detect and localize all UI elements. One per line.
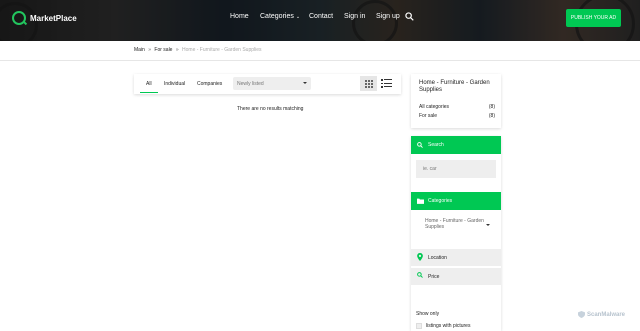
nav-home[interactable]: Home <box>230 13 249 20</box>
logo-text: MarketPlace <box>30 13 77 23</box>
active-tab-indicator <box>140 92 158 93</box>
tab-companies[interactable]: Companies <box>197 81 222 87</box>
location-label: Location <box>428 254 447 261</box>
map-pin-icon <box>417 253 423 261</box>
pictures-checkbox-row[interactable]: listings with pictures <box>416 323 470 329</box>
category-title: Home - Furniture - Garden Supplies <box>419 80 490 93</box>
sort-selected-value: Newly listed <box>237 81 264 87</box>
nav-contact[interactable]: Contact <box>309 13 333 20</box>
sidebar-search-input[interactable]: ie. car <box>416 160 496 178</box>
grid-dot <box>371 83 373 85</box>
caret-down-icon <box>303 82 307 84</box>
price-label: Price <box>428 273 440 280</box>
search-section-label: Search <box>428 142 444 148</box>
breadcrumb-separator: » <box>175 47 179 53</box>
list-view-button[interactable] <box>381 78 392 88</box>
breadcrumb-separator: » <box>148 47 152 53</box>
folder-icon <box>417 198 424 204</box>
grid-dot <box>368 80 370 82</box>
grid-dot <box>371 86 373 88</box>
count-row-for-sale[interactable]: For sale (8) <box>419 113 495 119</box>
search-icon <box>417 272 423 278</box>
breadcrumb-for-sale[interactable]: For sale <box>154 47 172 53</box>
categories-section-label: Categories <box>428 198 453 204</box>
show-only-label: Show only <box>416 311 440 317</box>
pictures-checkbox-label: listings with pictures <box>426 323 471 329</box>
tab-all[interactable]: All <box>146 81 152 87</box>
nav-categories-label: Categories <box>260 13 294 20</box>
pictures-checkbox[interactable] <box>416 323 422 329</box>
watermark: ScanMalware <box>578 311 625 318</box>
breadcrumb-main[interactable]: Main <box>134 47 145 53</box>
list-line <box>384 82 392 84</box>
publish-ad-button[interactable]: PUBLISH YOUR AD <box>566 9 621 27</box>
grid-dot <box>365 80 367 82</box>
banner-overlay <box>0 0 640 41</box>
count-value: (8) <box>488 104 495 110</box>
search-icon <box>417 142 423 148</box>
breadcrumb-current: Home - Furniture - Garden Supplies <box>182 47 262 53</box>
chevron-down-icon: ⌄ <box>295 14 301 20</box>
grid-dot <box>365 86 367 88</box>
list-bullet <box>381 86 383 88</box>
location-filter-toggle[interactable]: Location <box>411 249 501 266</box>
grid-dot <box>365 83 367 85</box>
caret-down-icon <box>486 224 490 226</box>
nav-sign-in[interactable]: Sign in <box>344 13 365 20</box>
breadcrumb-bar: Main » For sale » Home - Furniture - Gar… <box>0 41 640 61</box>
list-bullet <box>381 82 383 84</box>
background-wheel <box>352 0 398 41</box>
no-results-message: There are no results matching <box>237 106 304 112</box>
grid-view-button[interactable] <box>360 76 377 91</box>
search-section-header: Search <box>411 136 501 154</box>
search-icon[interactable] <box>405 12 414 21</box>
list-line <box>384 86 392 87</box>
watermark-text: ScanMalware <box>587 311 626 318</box>
tab-individual[interactable]: Individual <box>164 81 185 87</box>
breadcrumb: Main » For sale » Home - Furniture - Gar… <box>134 47 262 53</box>
nav-sign-up[interactable]: Sign up <box>376 13 400 20</box>
header-banner <box>0 0 640 41</box>
grid-dot <box>368 83 370 85</box>
shield-icon <box>578 311 585 318</box>
category-select[interactable]: Home - Furniture - Garden Supplies <box>416 215 496 235</box>
categories-section-header: Categories <box>411 192 501 210</box>
grid-dot <box>371 80 373 82</box>
price-filter-toggle[interactable]: Price <box>411 268 501 285</box>
count-row-all[interactable]: All categories (8) <box>419 104 495 110</box>
list-bullet <box>381 79 383 81</box>
list-line <box>384 79 392 80</box>
logo-icon <box>12 11 26 25</box>
count-value: (8) <box>488 113 495 119</box>
site-logo[interactable]: MarketPlace <box>12 11 77 25</box>
category-selected-value: Home - Furniture - Garden Supplies <box>425 218 484 230</box>
grid-dot <box>368 86 370 88</box>
count-label: All categories <box>419 104 450 110</box>
nav-categories[interactable]: Categories ⌄ <box>260 13 300 20</box>
count-label: For sale <box>419 113 438 119</box>
sort-select[interactable]: Newly listed <box>233 77 311 90</box>
